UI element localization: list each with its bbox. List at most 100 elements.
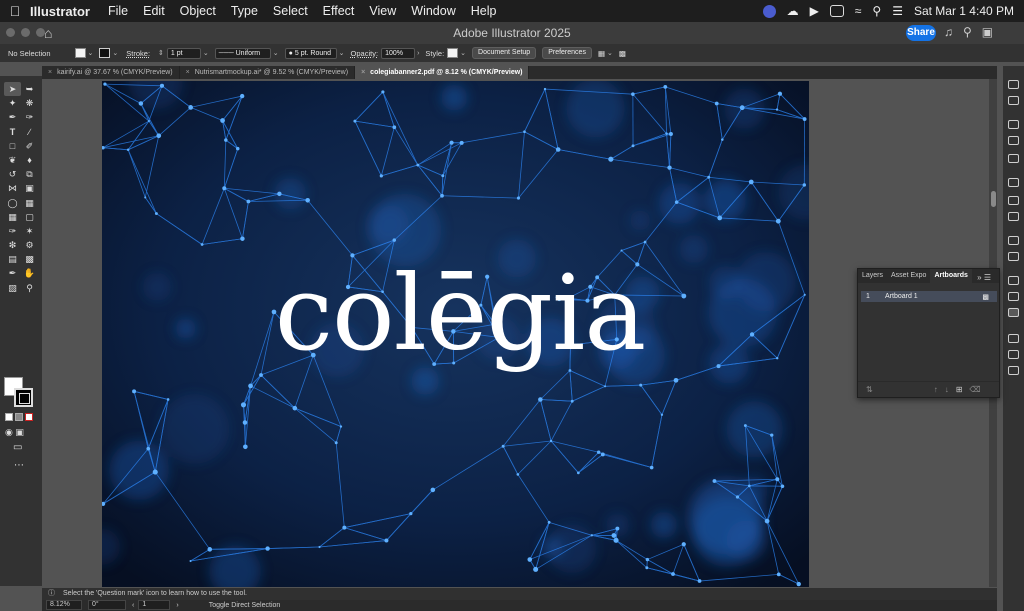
recolor-icon[interactable]: ▩ <box>619 49 626 58</box>
perspective-grid-tool-icon[interactable]: ▦ <box>21 196 38 210</box>
colegia-logo-text[interactable]: colēgia <box>250 261 670 365</box>
opacity-field[interactable]: 100% <box>381 47 416 59</box>
move-up-icon[interactable]: ↑ <box>934 385 938 394</box>
gradient-tool-icon[interactable]: ▢ <box>21 210 38 224</box>
appearance-panel-icon[interactable] <box>1008 236 1019 245</box>
line-tool-icon[interactable]: ∕ <box>21 125 38 139</box>
user-status-icon[interactable] <box>762 4 776 18</box>
shape-builder-tool-icon[interactable]: ◯ <box>4 196 21 210</box>
canvas-area[interactable]: colēgia <box>42 79 997 587</box>
align-panel-icon[interactable] <box>1008 350 1019 359</box>
stroke-weight-field[interactable]: 1 pt <box>166 47 201 59</box>
type-tool-icon[interactable]: T <box>4 125 21 139</box>
comments-panel-icon[interactable] <box>1008 120 1019 129</box>
zoom-tool-icon[interactable]: ⚲ <box>21 281 38 295</box>
scroll-thumb[interactable] <box>991 191 996 207</box>
rotate-tool-icon[interactable]: ↺ <box>4 167 21 181</box>
artboard-row[interactable]: 1 Artboard 1 ▩ <box>861 291 997 302</box>
workspace-icon[interactable]: ▣ <box>982 25 993 39</box>
chevron-down-icon[interactable]: ⌄ <box>112 49 118 57</box>
menu-type[interactable]: Type <box>231 4 258 18</box>
artboard-navigation-field[interactable]: 1 <box>138 600 171 610</box>
eraser-tool-icon[interactable]: ♦ <box>21 153 38 167</box>
rotation-field[interactable]: 0° <box>88 600 126 610</box>
layers-panel-icon[interactable] <box>1008 276 1019 285</box>
artboard-options-icon[interactable]: ▩ <box>982 293 989 301</box>
curvature-tool-icon[interactable]: ✑ <box>21 110 38 124</box>
tab-asset-export[interactable]: Asset Expo <box>887 269 930 283</box>
stroke-label[interactable]: Stroke: <box>126 49 150 58</box>
opacity-label[interactable]: Opacity: <box>351 49 379 58</box>
stroke-panel-icon[interactable] <box>1008 196 1019 205</box>
menu-help[interactable]: Help <box>471 4 497 18</box>
search-icon[interactable]: ⚲ <box>963 25 972 39</box>
menu-object[interactable]: Object <box>180 4 216 18</box>
control-center-icon[interactable]: ☰ <box>892 4 903 18</box>
direct-selection-tool-icon[interactable]: ➥ <box>21 82 38 96</box>
properties-panel-icon[interactable] <box>1008 80 1019 89</box>
app-name-menu[interactable]: Illustrator <box>30 4 90 19</box>
rectangle-tool-icon[interactable]: □ <box>4 139 21 153</box>
graphic-styles-panel-icon[interactable] <box>1008 252 1019 261</box>
brush-definition[interactable]: ● 5 pt. Round <box>284 47 337 59</box>
lasso-tool-icon[interactable]: ❋ <box>21 96 38 110</box>
chevron-down-icon[interactable]: ⌄ <box>273 49 279 57</box>
fill-swatch[interactable] <box>74 48 86 58</box>
bell-icon[interactable]: ♫ <box>944 25 953 39</box>
menu-effect[interactable]: Effect <box>323 4 355 18</box>
zoom-field[interactable]: 8.12% <box>46 600 82 610</box>
apple-icon[interactable]:  <box>0 3 30 19</box>
free-transform-tool-icon[interactable]: ▣ <box>21 181 38 195</box>
export-panel-icon[interactable] <box>1008 292 1019 301</box>
chevron-down-icon[interactable]: ⌄ <box>460 49 466 57</box>
clock[interactable]: Sat Mar 1 4:40 PM <box>914 4 1014 18</box>
spotlight-search-icon[interactable]: ⚲ <box>872 4 881 18</box>
menu-window[interactable]: Window <box>411 4 455 18</box>
close-tab-icon[interactable]: × <box>186 69 190 76</box>
share-button[interactable]: Share <box>906 25 936 41</box>
stroke-color-swatch[interactable] <box>14 388 33 407</box>
none-mode-icon[interactable] <box>25 413 33 421</box>
chevron-down-icon[interactable]: ⌄ <box>88 49 94 57</box>
tab-artboards[interactable]: Artboards <box>930 269 972 283</box>
tab-nutrismart[interactable]: × Nutrismartmockup.ai* @ 9.52 % (CMYK/Pre… <box>180 66 356 79</box>
delete-artboard-icon[interactable]: ⌫ <box>969 385 980 394</box>
next-artboard-icon[interactable]: › <box>176 600 178 611</box>
artboard[interactable]: colēgia <box>102 81 809 587</box>
magic-wand-tool-icon[interactable]: ✦ <box>4 96 21 110</box>
tab-layers[interactable]: Layers <box>858 269 887 283</box>
preferences-button[interactable]: Preferences <box>542 47 592 59</box>
symbol-sprayer-tool-icon[interactable]: ❇ <box>4 238 21 252</box>
rearrange-artboards-icon[interactable]: ⇅ <box>866 385 873 394</box>
panel-menu-icon[interactable]: » ☰ <box>973 271 995 285</box>
symbols-panel-icon[interactable] <box>1008 178 1019 187</box>
move-down-icon[interactable]: ↓ <box>945 385 949 394</box>
pathfinder-panel-icon[interactable] <box>1008 366 1019 375</box>
artboard-tool-icon[interactable]: ▩ <box>21 252 38 266</box>
variable-width-profile[interactable]: ─── Uniform <box>214 47 271 59</box>
eyedropper-tool-icon[interactable]: ✑ <box>4 224 21 238</box>
selection-tool-icon[interactable]: ➤ <box>4 82 21 97</box>
chevron-down-icon[interactable]: ⌄ <box>203 49 209 57</box>
gradient-panel-icon[interactable] <box>1008 212 1019 221</box>
color-guide-panel-icon[interactable] <box>1008 136 1019 145</box>
current-tool-status[interactable]: Toggle Direct Selection <box>209 600 281 611</box>
stroke-stepper-icon[interactable]: ⇕ <box>158 49 164 57</box>
graphic-style-swatch[interactable] <box>447 48 459 58</box>
screen-mode-icon[interactable]: ▭ <box>13 442 22 453</box>
print-tiling-tool-icon[interactable]: ▨ <box>4 281 21 295</box>
symbol-tool-icon[interactable]: ⚙ <box>21 238 38 252</box>
hand-tool-icon[interactable]: ✋ <box>21 266 38 280</box>
transform-panel-icon[interactable] <box>1008 334 1019 343</box>
pen-tool-icon[interactable]: ✒ <box>4 110 21 124</box>
width-tool-icon[interactable]: ⋈ <box>4 181 21 195</box>
artboard-name[interactable]: Artboard 1 <box>885 293 982 300</box>
blend-tool-icon[interactable]: ✶ <box>21 224 38 238</box>
menu-select[interactable]: Select <box>273 4 308 18</box>
previous-artboard-icon[interactable]: ‹ <box>132 600 134 611</box>
new-artboard-icon[interactable]: ⊞ <box>956 385 963 394</box>
edit-toolbar-icon[interactable]: ⋯ <box>14 460 24 471</box>
tab-colegiabanner[interactable]: × colegiabanner2.pdf @ 8.12 % (CMYK/Previ… <box>355 66 530 79</box>
menu-edit[interactable]: Edit <box>143 4 165 18</box>
color-mode-icon[interactable] <box>5 413 13 421</box>
